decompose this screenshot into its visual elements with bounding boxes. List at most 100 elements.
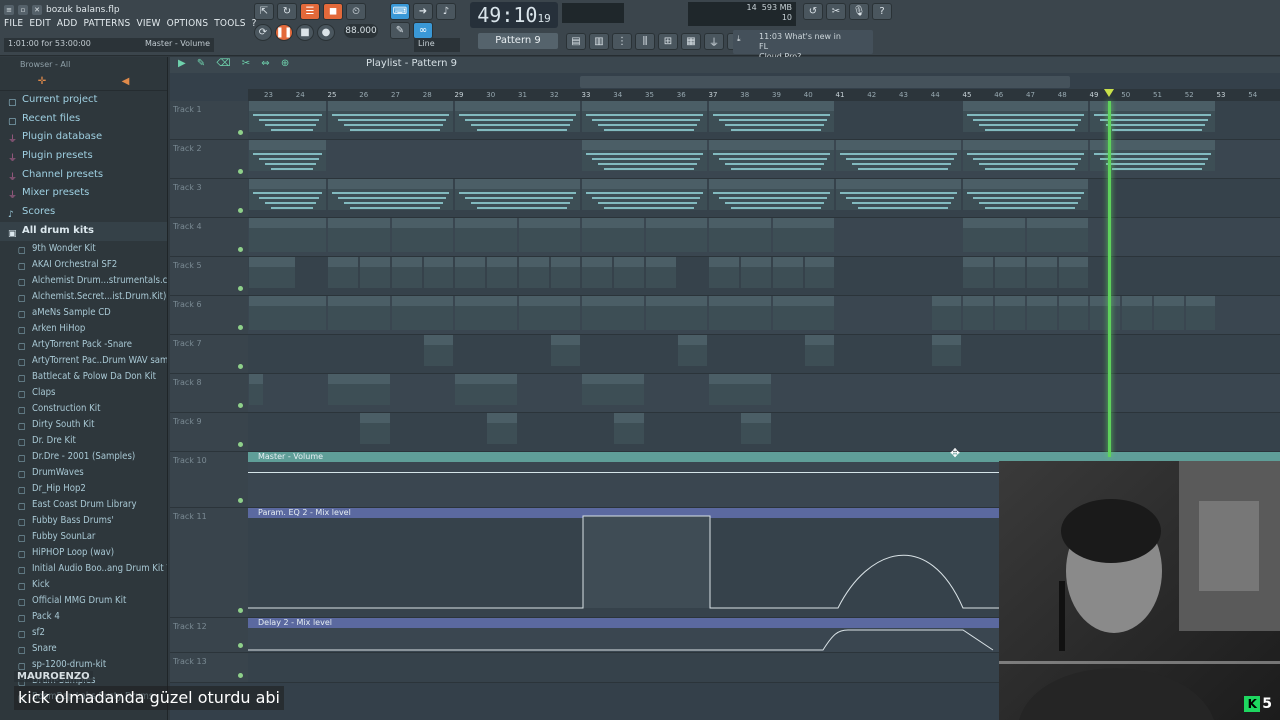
playhead-marker[interactable] <box>1104 89 1114 97</box>
pat-song-icon[interactable]: ⟳ <box>254 24 272 41</box>
news-panel[interactable]: ⤓ 11:03 What's new in FL Cloud Pro? <box>733 30 873 61</box>
pattern-clip[interactable]: Pa..5 <box>249 257 295 288</box>
pattern-clip[interactable]: Pattern 2 <box>582 140 708 171</box>
menu-options[interactable]: OPTIONS <box>167 18 209 29</box>
track-lane[interactable]: Pattern 3 Pattern 3 Pattern 3 Pattern 3 Patt… <box>248 179 1280 218</box>
drum-kit-folder[interactable]: ▢Alchemist Drum...strumentals.com) <box>0 273 167 289</box>
plug-icon[interactable]: ⏚ <box>704 33 724 50</box>
drum-kit-folder[interactable]: ▢ aMeNs Sample CD <box>0 305 167 321</box>
drum-kit-folder[interactable]: ▢ Dirty South Kit <box>0 417 167 433</box>
undo-icon[interactable]: ↺ <box>803 3 823 20</box>
pattern-clip[interactable]: Pa..5 <box>550 257 581 288</box>
drum-kit-folder[interactable]: ▢ East Coast Drum Library <box>0 497 167 513</box>
browser-icon[interactable]: ▦ <box>681 33 701 50</box>
pattern-clip[interactable]: Pattern 2 <box>836 140 962 171</box>
pattern-clip[interactable]: Pattern 1 <box>963 101 1089 132</box>
drum-kit-folder[interactable]: ▢ Kick <box>0 577 167 593</box>
pattern-clip[interactable]: Pattern 9 <box>709 374 771 405</box>
step-edit-icon[interactable]: ☰ <box>300 3 320 20</box>
drum-kit-folder[interactable]: ▢ Fubby Bass Drums' <box>0 513 167 529</box>
drum-kit-folder[interactable]: ▢ArtyTorrent Pac..Drum WAV samples <box>0 353 167 369</box>
pattern-clip[interactable]: Pattern 3 <box>582 179 708 210</box>
pattern-clip[interactable]: Pattern 6 <box>772 218 835 252</box>
track-header[interactable]: Track 9 <box>170 413 248 452</box>
pattern-clip[interactable]: Pa..5 <box>582 257 613 288</box>
arrow-icon[interactable]: ➜ <box>413 3 433 20</box>
pattern-clip[interactable]: Pattern 7 <box>391 296 454 330</box>
drum-kit-folder[interactable]: ▢ Battlecat & Polow Da Don Kit <box>0 369 167 385</box>
loop-icon[interactable]: ↻ <box>277 3 297 20</box>
drum-kit-folder[interactable]: ▢ Fubby SounLar <box>0 529 167 545</box>
drum-kit-folder[interactable]: ▢ ArtyTorrent Pack -Snare <box>0 337 167 353</box>
pattern-clip[interactable]: Pattern 9 <box>455 374 517 405</box>
drum-kit-folder[interactable]: ▢ Construction Kit <box>0 401 167 417</box>
track-header[interactable]: Track 5 <box>170 257 248 296</box>
pattern-selector[interactable]: Pattern 9 <box>478 33 558 49</box>
pattern-clip[interactable]: Pattern 7 <box>455 296 517 330</box>
pattern-clip[interactable]: Pa..5 <box>1058 257 1089 288</box>
browser-item-2[interactable]: ⏚ Plugin database <box>0 128 167 147</box>
link-icon[interactable]: ∞ <box>413 22 433 39</box>
pattern-clip[interactable]: Pa..5 <box>518 257 549 288</box>
menu-edit[interactable]: EDIT <box>29 18 51 29</box>
browser-item-0[interactable]: ▢ Current project <box>0 91 167 110</box>
typing-keyboard-icon[interactable]: ⌨ <box>390 3 410 20</box>
track-header[interactable]: Track 7 <box>170 335 248 374</box>
pattern-clip[interactable]: Pa..7 <box>963 296 994 330</box>
pattern-clip[interactable]: Pattern 6 <box>391 218 454 252</box>
pattern-clip[interactable]: Pattern 9 <box>249 374 263 405</box>
drum-kit-folder[interactable]: ▢ Snare <box>0 641 167 657</box>
track-header[interactable]: Track 8 <box>170 374 248 413</box>
track-mute-led[interactable] <box>238 673 243 678</box>
help-icon[interactable]: ? <box>872 3 892 20</box>
metronome-icon[interactable]: ♪ <box>436 3 456 20</box>
pattern-clip[interactable]: Pa..8 <box>677 335 708 366</box>
track-header[interactable]: Track 13 <box>170 653 248 683</box>
song-time-display[interactable]: 49:1019 <box>470 2 558 28</box>
pattern-clip[interactable]: Pattern 3 <box>709 179 835 210</box>
pattern-clip[interactable]: Pa..7 <box>1122 296 1152 330</box>
pattern-clip[interactable]: Pa..8 <box>423 335 454 366</box>
track-header[interactable]: Track 6 <box>170 296 248 335</box>
wait-icon[interactable]: ⏲ <box>346 3 366 20</box>
drum-kit-folder[interactable]: ▢ Claps <box>0 385 167 401</box>
pattern-clip[interactable]: Pattern 3 <box>963 179 1089 210</box>
pattern-clip[interactable]: Pa..5 <box>360 257 390 288</box>
drum-kit-folder[interactable]: ▢ HiPHOP Loop (wav) <box>0 545 167 561</box>
pattern-clip[interactable]: Pattern 4 <box>709 218 771 252</box>
pattern-clip[interactable]: Pa..5 <box>328 257 359 288</box>
browser-item-6[interactable]: ♪ Scores <box>0 203 167 222</box>
pattern-clip[interactable]: Pa..7 <box>1026 296 1057 330</box>
pattern-clip[interactable]: Pattern 3 <box>455 179 581 210</box>
track-lane[interactable]: Pat..0 Pat..0 Pat..0 Pat..0 <box>248 413 1280 452</box>
track-header[interactable]: Track 4 <box>170 218 248 257</box>
pattern-clip[interactable]: Pattern 4 <box>328 218 390 252</box>
pattern-clip[interactable]: Pa..5 <box>455 257 486 288</box>
close-icon[interactable]: ✕ <box>32 4 42 15</box>
pattern-clip[interactable]: Pattern 6 <box>1026 218 1089 252</box>
pattern-clip[interactable]: Pattern 3 <box>836 179 962 210</box>
track-header[interactable]: Track 11 <box>170 508 248 618</box>
playlist-tools-icons[interactable]: ▶ ✎ ⌫ ✂ ⇔ ⊕ <box>178 58 293 69</box>
pattern-clip[interactable]: Pattern 6 <box>963 218 1025 252</box>
pattern-clip[interactable]: Pa..7 <box>1185 296 1216 330</box>
pattern-clip[interactable]: Pa..5 <box>614 257 644 288</box>
track-mute-led[interactable] <box>238 442 243 447</box>
pattern-clip[interactable]: Pattern 3 <box>328 179 454 210</box>
track-lane[interactable]: Pattern 9 Pattern 9 Pattern 9 Pattern 9 Patt… <box>248 374 1280 413</box>
track-mute-led[interactable] <box>238 364 243 369</box>
track-header[interactable]: Track 10 <box>170 452 248 508</box>
timeline-ruler[interactable]: 23 24 25 26 27 28 29 30 31 32 33 34 35 36 37 38 39 40 41 42… <box>248 89 1280 101</box>
pattern-clip[interactable]: Pa..5 <box>804 257 835 288</box>
pattern-clip[interactable]: Pattern 4 <box>582 218 644 252</box>
record-mode-icon[interactable]: ◼ <box>323 3 343 20</box>
track-mute-led[interactable] <box>238 403 243 408</box>
piano-roll-icon[interactable]: ▥ <box>589 33 609 50</box>
drum-kit-folder[interactable]: ▢Initial Audio Boo..ang Drum Kit WiN <box>0 561 167 577</box>
pattern-clip[interactable]: Pa..8 <box>550 335 581 366</box>
snap-icon[interactable]: ✛ <box>38 76 46 87</box>
track-lane[interactable]: Pa..5 Pa..5 Pa..5 Pa..5 Pa..5 Pa..5 Pa..5 Pa..5… <box>248 257 1280 296</box>
restore-icon[interactable]: ▫ <box>18 4 28 15</box>
plugin-picker-icon[interactable]: ⊞ <box>658 33 678 50</box>
browser-folder-all-drum-kits[interactable]: ▣ All drum kits <box>0 221 167 241</box>
